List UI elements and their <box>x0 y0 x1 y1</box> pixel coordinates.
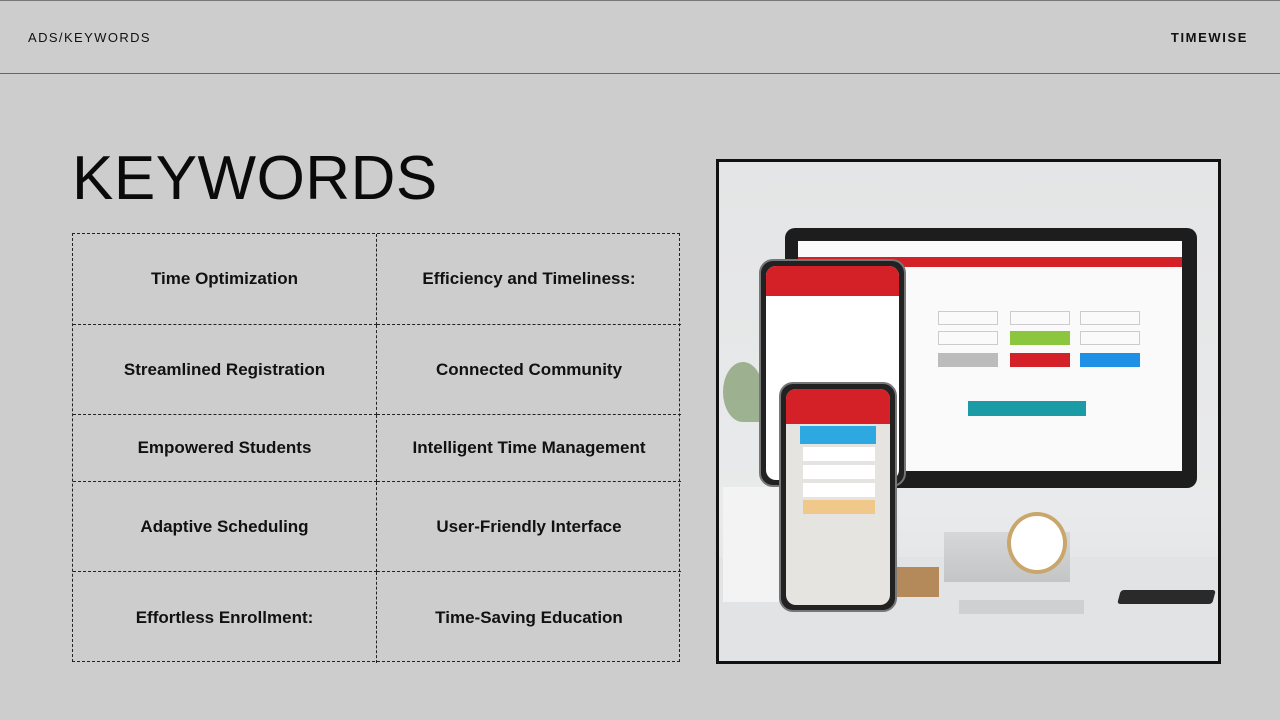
keyword-cell: Time-Saving Education <box>435 607 623 627</box>
keyboard <box>959 600 1084 614</box>
field-box <box>1010 311 1070 325</box>
card <box>803 465 875 479</box>
keyword-cell: Effortless Enrollment: <box>73 572 377 663</box>
field-box <box>1080 311 1140 325</box>
green-button <box>1010 331 1070 345</box>
grey-button <box>938 353 998 367</box>
keyword-cell: Empowered Students <box>73 415 377 482</box>
keyword-cell: Intelligent Time Management <box>377 415 681 482</box>
phone-front <box>779 382 897 612</box>
plant-pot-icon <box>723 487 779 602</box>
keyword-cell: Adaptive Scheduling <box>73 482 377 572</box>
phone-screen <box>786 389 890 605</box>
devices-mockup-image <box>716 159 1221 664</box>
phone-header <box>786 389 890 424</box>
field-box <box>938 311 998 325</box>
brand-name: TIMEWISE <box>1170 30 1248 45</box>
keywords-grid: Time Optimization Efficiency and Timelin… <box>72 233 681 663</box>
tablet-icon <box>1117 590 1216 604</box>
wooden-block <box>897 567 939 597</box>
blue-card <box>800 426 876 444</box>
breadcrumb: ADS/KEYWORDS <box>28 30 151 45</box>
card <box>803 483 875 497</box>
page-title: KEYWORDS <box>72 144 438 213</box>
keyword-cell: User-Friendly Interface <box>377 482 681 572</box>
field-box <box>1080 331 1140 345</box>
plant-icon <box>723 362 763 422</box>
card <box>803 447 875 461</box>
red-button <box>1010 353 1070 367</box>
keyword-cell: Connected Community <box>377 325 681 415</box>
keyword-cell: Streamlined Registration <box>73 325 377 415</box>
blue-button <box>1080 353 1140 367</box>
keyword-cell: Time Optimization <box>73 234 377 325</box>
teal-button <box>968 401 1086 416</box>
phone-header <box>766 266 899 296</box>
slide-header: ADS/KEYWORDS TIMEWISE <box>0 1 1280 74</box>
field-box <box>938 331 998 345</box>
alarm-clock-icon <box>1007 512 1067 574</box>
orange-card <box>803 500 875 514</box>
keyword-cell: Efficiency and Timeliness: <box>377 234 681 325</box>
